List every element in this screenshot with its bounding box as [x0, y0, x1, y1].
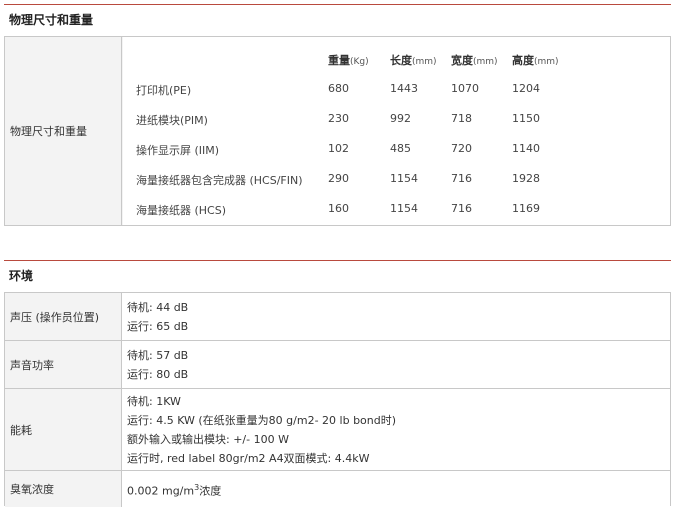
row-name: 操作显示屏 (IIM): [136, 144, 220, 157]
cell-height: 1928: [512, 172, 540, 185]
env-label: 臭氧浓度: [5, 471, 122, 507]
cell-length: 1154: [390, 172, 418, 185]
env-row-ozone: 臭氧浓度 0.002 mg/m3浓度: [5, 470, 670, 507]
env-label: 声压 (操作员位置): [5, 293, 122, 341]
dimensions-section-title: 物理尺寸和重量: [4, 4, 671, 28]
env-value-line: 待机: 44 dB: [127, 301, 189, 314]
cell-weight: 102: [328, 142, 349, 155]
environment-table: 声压 (操作员位置) 待机: 44 dB 运行: 65 dB 声音功率 待机: …: [4, 292, 671, 507]
cell-weight: 230: [328, 112, 349, 125]
cell-weight: 160: [328, 202, 349, 215]
cell-height: 1204: [512, 82, 540, 95]
cell-width: 716: [451, 172, 472, 185]
cell-weight: 680: [328, 82, 349, 95]
env-value-line: 额外输入或输出模块: +/- 100 W: [127, 433, 289, 446]
row-name: 打印机(PE): [136, 84, 192, 97]
environment-section-title: 环境: [4, 260, 671, 284]
dimensions-row-label: 物理尺寸和重量: [5, 37, 122, 225]
env-row-power-consumption: 能耗 待机: 1KW 运行: 4.5 KW (在纸张重量为80 g/m2- 20…: [5, 388, 670, 471]
row-name: 海量接纸器包含完成器 (HCS/FIN): [136, 174, 303, 187]
env-value-line: 运行: 65 dB: [127, 320, 189, 333]
cell-height: 1140: [512, 142, 540, 155]
env-row-sound-power: 声音功率 待机: 57 dB 运行: 80 dB: [5, 340, 670, 389]
cell-length: 1443: [390, 82, 418, 95]
cell-width: 1070: [451, 82, 479, 95]
cell-height: 1169: [512, 202, 540, 215]
ozone-value: 0.002 mg/m3浓度: [127, 482, 222, 498]
row-name: 进纸模块(PIM): [136, 114, 208, 127]
env-value: 待机: 57 dB 运行: 80 dB: [127, 341, 666, 389]
header-weight: 重量(Kg): [328, 54, 369, 67]
header-height: 高度(mm): [512, 54, 559, 67]
env-label: 声音功率: [5, 341, 122, 389]
dimensions-content: 重量(Kg) 长度(mm) 宽度(mm) 高度(mm) 打印机(PE) 680 …: [123, 37, 670, 225]
cell-length: 992: [390, 112, 411, 125]
env-value-line: 待机: 57 dB: [127, 349, 189, 362]
env-value: 0.002 mg/m3浓度: [127, 471, 666, 507]
header-length: 长度(mm): [390, 54, 437, 67]
env-value-line: 运行时, red label 80gr/m2 A4双面模式: 4.4kW: [127, 452, 370, 465]
env-value-line: 运行: 4.5 KW (在纸张重量为80 g/m2- 20 lb bond时): [127, 414, 397, 427]
env-value: 待机: 1KW 运行: 4.5 KW (在纸张重量为80 g/m2- 20 lb…: [127, 389, 666, 471]
env-value: 待机: 44 dB 运行: 65 dB: [127, 293, 666, 341]
cell-length: 485: [390, 142, 411, 155]
cell-width: 716: [451, 202, 472, 215]
row-name: 海量接纸器 (HCS): [136, 204, 227, 217]
env-value-line: 运行: 80 dB: [127, 368, 189, 381]
env-row-sound-pressure: 声压 (操作员位置) 待机: 44 dB 运行: 65 dB: [5, 292, 670, 341]
cell-weight: 290: [328, 172, 349, 185]
cell-width: 718: [451, 112, 472, 125]
cell-length: 1154: [390, 202, 418, 215]
cell-width: 720: [451, 142, 472, 155]
header-width: 宽度(mm): [451, 54, 498, 67]
cell-height: 1150: [512, 112, 540, 125]
env-label: 能耗: [5, 389, 122, 471]
dimensions-table: 物理尺寸和重量 重量(Kg) 长度(mm) 宽度(mm) 高度(mm) 打印机(…: [4, 36, 671, 226]
env-value-line: 待机: 1KW: [127, 395, 181, 408]
